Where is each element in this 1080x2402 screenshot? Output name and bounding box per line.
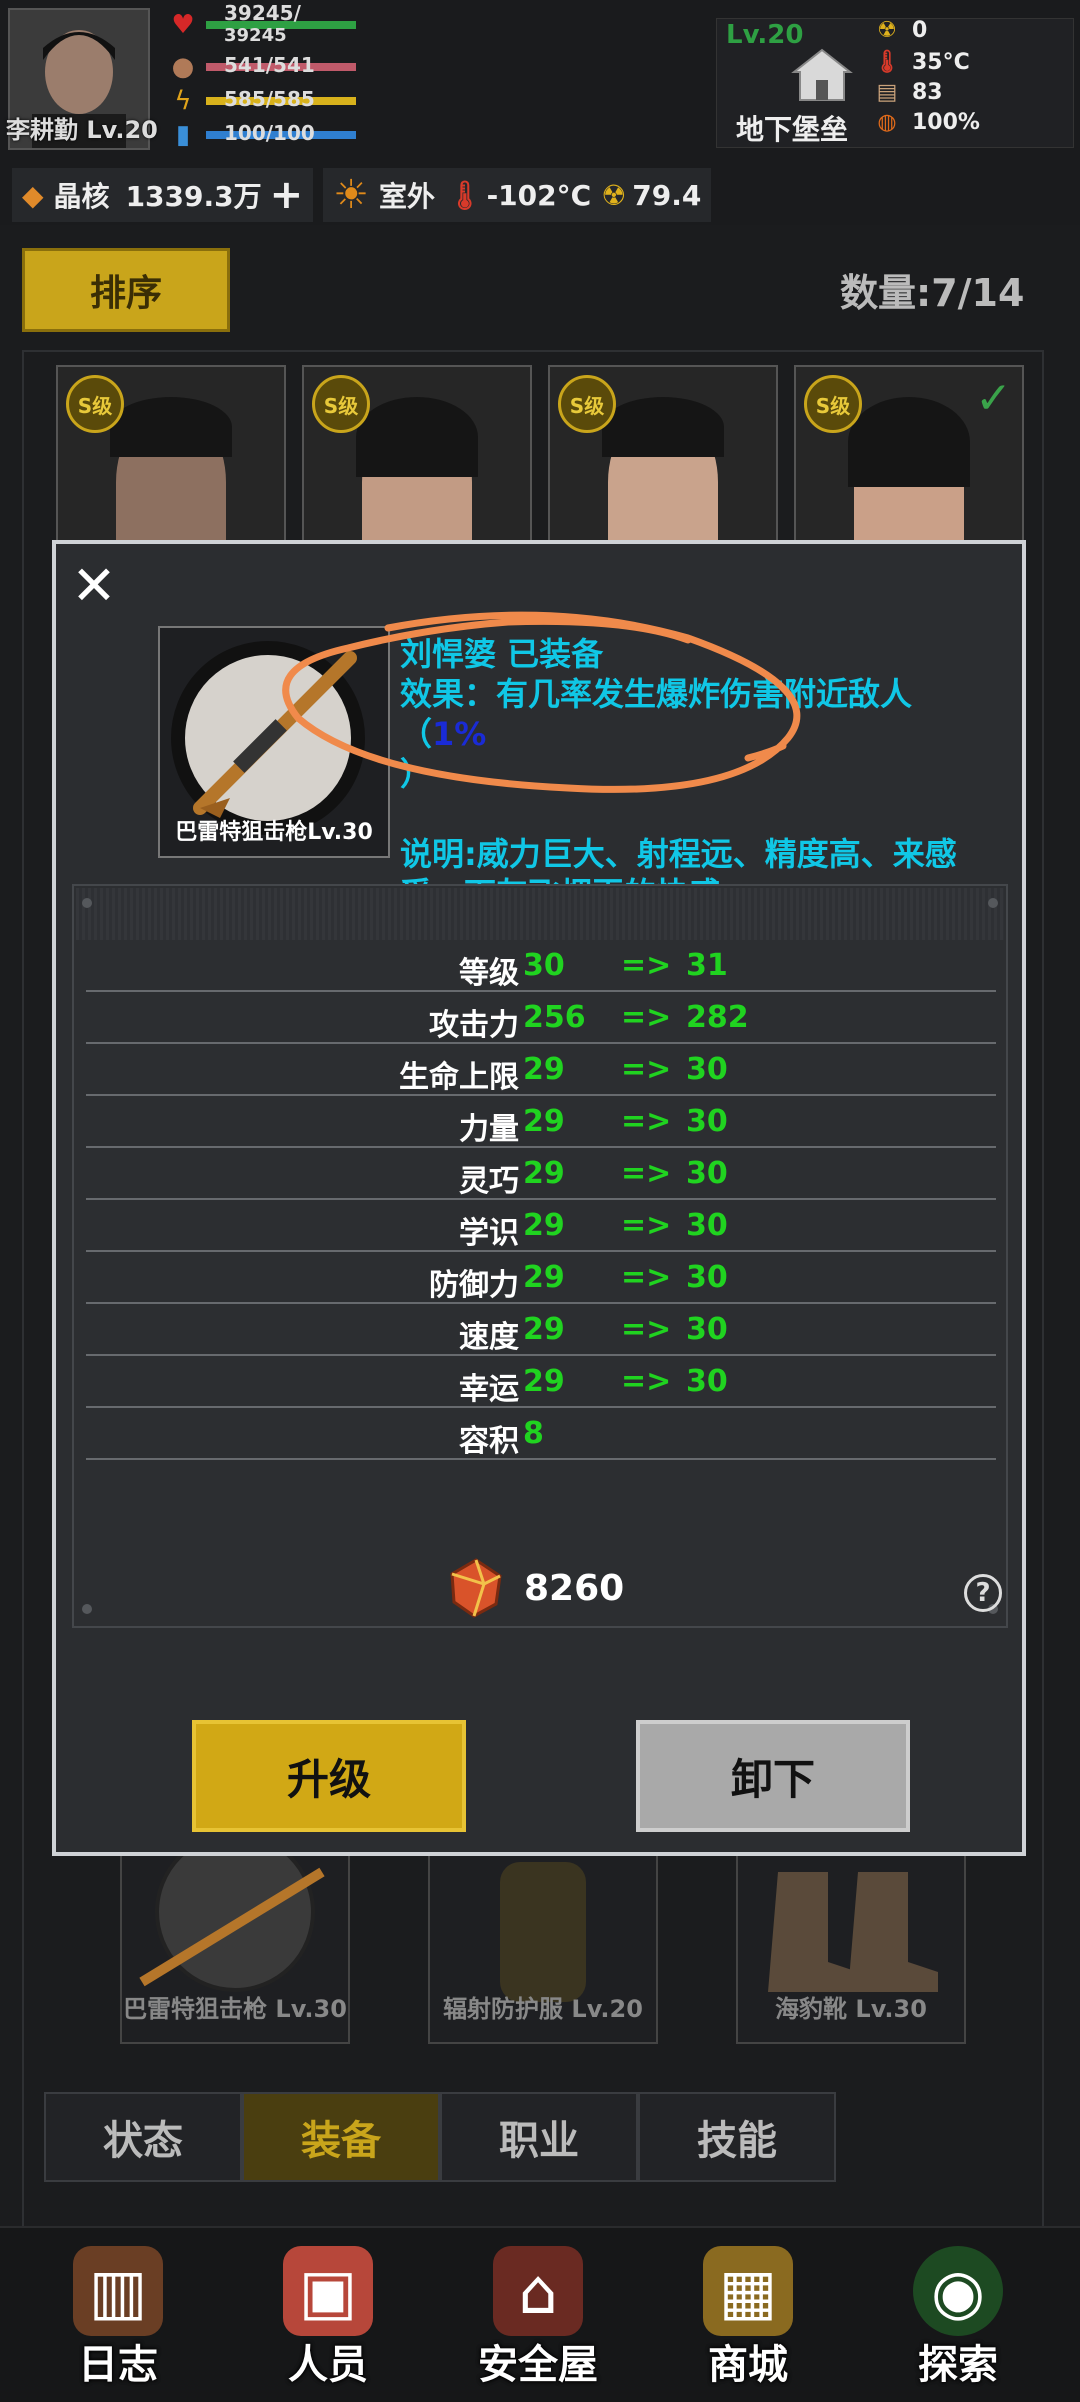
water-bottle-icon: ▮ (175, 120, 191, 150)
stat-row-speed: 速度 29 => 30 (86, 1302, 996, 1356)
hazmat-suit-icon (500, 1862, 586, 2002)
stat-row-knowledge: 学识 29 => 30 (86, 1198, 996, 1252)
upgrade-stats-panel: 等级 30 => 31 攻击力 256 => 282 生命上限 29 => 30 力量 29 => 30… (72, 884, 1008, 1628)
thermometer-icon: 🌡 (447, 178, 483, 212)
base-radiation: ☢ 0 (870, 18, 927, 43)
sort-button[interactable]: 排序 (22, 248, 230, 332)
food-stat: ● 541/541 (168, 50, 386, 84)
cost-value: 8260 (524, 1567, 625, 1609)
water-stat: ▮ 100/100 (168, 118, 386, 152)
energy-stat: ϟ 585/585 (168, 84, 386, 118)
boots-icon (768, 1872, 938, 1992)
radar-icon: ◉ (913, 2246, 1003, 2336)
upgrade-button[interactable]: 升级 (192, 1720, 466, 1832)
unequip-button[interactable]: 卸下 (636, 1720, 910, 1832)
radiation-icon: ☢ (601, 178, 627, 212)
nav-explore[interactable]: ◉ 探索 (868, 2246, 1048, 2396)
equipment-slots: 巴雷特狙击枪 Lv.30 辐射防护服 Lv.20 海豹靴 Lv.30 (40, 1832, 1040, 2090)
survivor-card[interactable]: S级 ✓ (794, 365, 1024, 559)
radiation-icon: ☢ (877, 18, 897, 43)
rivet (988, 898, 998, 908)
player-name: 李耕勤 Lv.20 (6, 116, 158, 144)
id-card-icon: ▣ (283, 2246, 373, 2336)
nav-shop[interactable]: ▦ 商城 (658, 2246, 838, 2396)
resource-row: ◆ 晶核 1339.3万 + ☀ 室外 🌡 -102°C ☢ 79.4 (12, 166, 721, 224)
base-name: 地下堡垒 (736, 113, 849, 146)
sniper-rifle-icon (139, 1832, 325, 1992)
tab-equipment[interactable]: 装备 (242, 2092, 440, 2182)
book-icon: ▥ (73, 2246, 163, 2336)
house-icon: ⌂ (493, 2246, 583, 2336)
food-value: 541/541 (224, 53, 315, 77)
stat-row-max-hp: 生命上限 29 => 30 (86, 1042, 996, 1096)
detail-tabs: 状态 装备 职业 技能 (44, 2092, 836, 2182)
thermometer-icon: 🌡 (873, 50, 901, 75)
rivet (82, 1604, 92, 1614)
stat-row-capacity: 容积 8 (86, 1406, 996, 1460)
supplies-icon: ▤ (876, 80, 898, 105)
heart-icon: ♥ (171, 10, 195, 40)
stat-row-attack: 攻击力 256 => 282 (86, 990, 996, 1044)
stomach-icon: ● (171, 52, 195, 82)
tab-skills[interactable]: 技能 (638, 2092, 836, 2182)
stat-row-level: 等级 30 => 31 (86, 938, 996, 992)
tab-profession[interactable]: 职业 (440, 2092, 638, 2182)
energy-value: 585/585 (224, 87, 315, 111)
stat-row-defense: 防御力 29 => 30 (86, 1250, 996, 1304)
hp-stat: ♥ 39245/ 39245 (168, 1, 386, 46)
equipment-upgrade-dialog: ✕ 巴雷特狙击枪Lv.30 刘悍婆 已装备 效果：有几率发生爆炸伤害附近敌人（1… (52, 540, 1026, 1856)
crystal-icon (450, 1558, 502, 1618)
house-icon (791, 48, 853, 101)
roster-count: 数量:7/14 (840, 271, 1025, 315)
close-button[interactable]: ✕ (66, 558, 122, 614)
add-crystal-button[interactable]: + (270, 172, 304, 218)
rivet (82, 898, 92, 908)
lightning-icon: ϟ (174, 86, 192, 116)
crystal-icon: ◆ (22, 178, 44, 212)
tab-status[interactable]: 状态 (44, 2092, 242, 2182)
bottom-navigation: ▥ 日志 ▣ 人员 ⌂ 安全屋 ▦ 商城 ◉ 探索 (0, 2226, 1080, 2402)
stat-row-luck: 幸运 29 => 30 (86, 1354, 996, 1408)
rank-badge: S级 (804, 375, 862, 433)
base-progress: ◍ 100% (870, 110, 980, 135)
rank-badge: S级 (312, 375, 370, 433)
hand-drawn-annotation (282, 611, 801, 793)
boots-slot[interactable]: 海豹靴 Lv.30 (736, 1850, 966, 2044)
basket-icon: ▦ (703, 2246, 793, 2336)
armor-slot[interactable]: 辐射防护服 Lv.20 (428, 1850, 658, 2044)
stat-row-dexterity: 灵巧 29 => 30 (86, 1146, 996, 1200)
rank-badge: S级 (66, 375, 124, 433)
rank-badge: S级 (558, 375, 616, 433)
stat-row-strength: 力量 29 => 30 (86, 1094, 996, 1148)
nav-log[interactable]: ▥ 日志 (28, 2246, 208, 2396)
survivor-card[interactable]: S级 (548, 365, 778, 559)
hp-max-value: 39245 (224, 25, 287, 46)
weather-resource: ☀ 室外 🌡 -102°C ☢ 79.4 (323, 168, 712, 222)
nav-personnel[interactable]: ▣ 人员 (238, 2246, 418, 2396)
nav-safehouse[interactable]: ⌂ 安全屋 (448, 2246, 628, 2396)
water-value: 100/100 (224, 121, 315, 145)
progress-ring-icon: ◍ (877, 110, 897, 135)
item-name: 巴雷特狙击枪Lv.30 (175, 820, 373, 845)
hp-value: 39245/ (224, 1, 301, 25)
weapon-slot[interactable]: 巴雷特狙击枪 Lv.30 (120, 1832, 350, 2044)
base-supplies: ▤ 83 (870, 80, 943, 105)
help-button[interactable]: ? (964, 1574, 1002, 1612)
sun-icon: ☀ (333, 172, 369, 218)
survivor-card[interactable]: S级 (302, 365, 532, 559)
base-temperature: 🌡 35°C (870, 50, 970, 75)
survivor-roster: S级 S级 S级 S级 ✓ (40, 355, 1040, 559)
selected-check-icon: ✓ (975, 373, 1012, 424)
crystal-resource[interactable]: ◆ 晶核 1339.3万 + (12, 168, 314, 222)
upgrade-cost: 8260 (444, 1556, 624, 1620)
survivor-card[interactable]: S级 (56, 365, 286, 559)
